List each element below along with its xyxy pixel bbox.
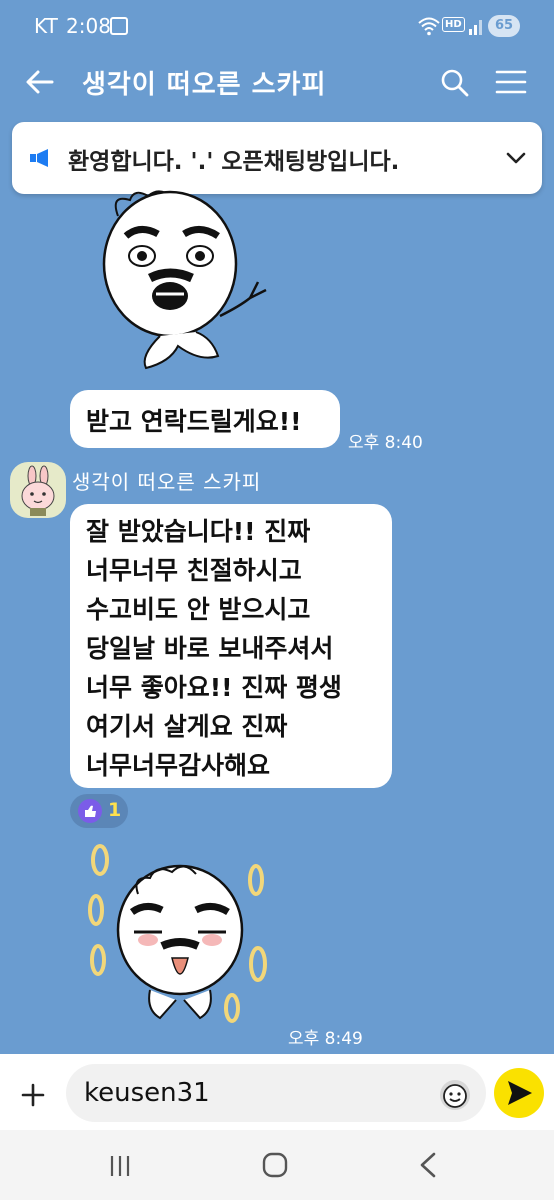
notice-banner[interactable]: 환영합니다. '.' 오픈채팅방입니다. — [12, 122, 542, 194]
back-icon[interactable] — [414, 1150, 442, 1180]
message-timestamp: 오후 8:49 — [288, 1029, 363, 1049]
recent-apps-icon[interactable] — [106, 1152, 134, 1180]
home-icon[interactable] — [260, 1150, 290, 1180]
sticker-v-sign — [102, 190, 267, 370]
navigation-bar — [0, 1130, 554, 1200]
app-bar: 생각이 떠오른 스카피 — [0, 52, 554, 112]
plus-button[interactable] — [16, 1078, 50, 1112]
battery-icon: 65 — [488, 15, 520, 37]
sender-name: 생각이 떠오른 스카피 — [72, 470, 262, 494]
chevron-down-icon[interactable] — [502, 144, 530, 172]
back-arrow-icon[interactable] — [22, 64, 58, 100]
signal-icon — [469, 20, 482, 35]
screenshot-icon — [110, 17, 128, 35]
emoji-icon[interactable] — [438, 1078, 472, 1112]
sticker-crying — [88, 844, 267, 1023]
wifi-icon — [418, 17, 440, 36]
message-bubble[interactable]: 받고 연락드릴게요!! — [70, 390, 340, 448]
chat-title: 생각이 떠오른 스카피 — [82, 70, 327, 100]
status-bar: KT 2:08 HD 65 — [0, 0, 554, 52]
message-timestamp: 오후 8:40 — [348, 433, 423, 453]
message-input[interactable] — [66, 1064, 486, 1122]
send-button[interactable] — [494, 1068, 544, 1118]
notice-text: 환영합니다. '.' 오픈채팅방입니다. — [68, 149, 400, 175]
search-icon[interactable] — [438, 66, 470, 98]
megaphone-icon — [30, 149, 48, 167]
menu-icon[interactable] — [494, 66, 528, 98]
message-bubble[interactable]: 잘 받았습니다!! 진짜 너무너무 친절하시고 수고비도 안 받으시고 당일날 … — [70, 504, 392, 788]
send-arrow-icon — [508, 1081, 532, 1105]
hd-icon: HD — [442, 17, 465, 32]
carrier-label: KT — [34, 14, 58, 38]
reaction-count: 1 — [108, 799, 122, 821]
thumbs-up-icon — [78, 799, 102, 823]
avatar[interactable] — [10, 462, 66, 518]
rabbit-avatar-icon — [21, 465, 55, 516]
status-time: 2:08 — [66, 14, 111, 38]
reaction-badge[interactable]: 1 — [70, 794, 128, 828]
input-bar — [0, 1054, 554, 1130]
